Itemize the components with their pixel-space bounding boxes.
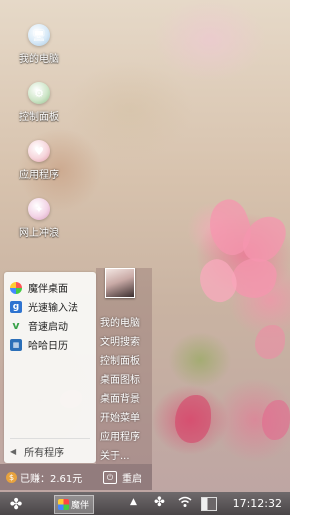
- battery-icon[interactable]: [201, 497, 217, 511]
- desktop-icon-label: 应用程序: [19, 170, 59, 181]
- menu-item-label: 音速启动: [28, 322, 68, 333]
- taskbar: ✤ 魔伴 ▲ ✤ 17:12:32: [0, 492, 290, 515]
- desktop-icon-control-panel[interactable]: ⚙ 控制面板: [7, 82, 71, 123]
- link-my-computer[interactable]: 我的电脑: [100, 314, 140, 329]
- menu-item-mobo-desktop[interactable]: 魔伴桌面: [4, 278, 96, 297]
- link-desktop-icons[interactable]: 桌面图标: [100, 371, 140, 386]
- all-programs-label: 所有程序: [24, 448, 65, 459]
- start-menu-links: 我的电脑 文明搜索 控制面板 桌面图标 桌面背景 开始菜单 应用程序 关于...: [96, 268, 152, 464]
- triangle-left-icon: ◀: [10, 447, 17, 456]
- link-start-menu[interactable]: 开始菜单: [100, 409, 140, 424]
- menu-item-calendar[interactable]: ▦ 哈哈日历: [4, 335, 96, 354]
- user-avatar[interactable]: [105, 268, 135, 298]
- link-search[interactable]: 文明搜索: [100, 333, 140, 348]
- earnings-text: 已赚：2.61元: [20, 473, 83, 485]
- link-about[interactable]: 关于...: [100, 447, 130, 462]
- menu-item-label: 哈哈日历: [28, 341, 68, 352]
- desktop-icon-label: 网上冲浪: [19, 228, 59, 239]
- clock[interactable]: 17:12:32: [233, 497, 282, 510]
- start-menu-programs: 魔伴桌面 g 光速输入法 v 音速启动 ▦ 哈哈日历 ◀ 所有程序: [4, 272, 96, 463]
- mobo-app-icon: [58, 499, 69, 510]
- link-applications[interactable]: 应用程序: [100, 428, 140, 443]
- power-icon: ⏻: [103, 471, 117, 484]
- browser-icon: ✦: [28, 198, 50, 220]
- start-button[interactable]: ✤: [7, 495, 25, 513]
- menu-item-quick-launch[interactable]: v 音速启动: [4, 316, 96, 335]
- menu-item-label: 光速输入法: [28, 303, 78, 314]
- restart-label: 重启: [122, 474, 142, 485]
- computer-icon: 🖥: [28, 24, 50, 46]
- link-desktop-background[interactable]: 桌面背景: [100, 390, 140, 405]
- tray-expand-icon[interactable]: ▲: [130, 497, 137, 507]
- wifi-icon[interactable]: [178, 496, 192, 508]
- desktop-icon-label: 控制面板: [19, 112, 59, 123]
- applications-icon: ♥: [28, 140, 50, 162]
- link-control-panel[interactable]: 控制面板: [100, 352, 140, 367]
- calendar-icon: ▦: [10, 338, 22, 351]
- mobo-desktop-icon: [10, 281, 22, 294]
- all-programs-button[interactable]: ◀ 所有程序: [4, 444, 64, 459]
- tray-clover-icon[interactable]: ✤: [154, 495, 165, 510]
- restart-button[interactable]: ⏻ 重启: [103, 470, 142, 485]
- task-button-label: 魔伴: [71, 501, 90, 511]
- desktop-icon-browser[interactable]: ✦ 网上冲浪: [7, 198, 71, 239]
- input-method-icon: g: [10, 300, 22, 313]
- menu-item-label: 魔伴桌面: [28, 284, 68, 295]
- coin-icon: $: [6, 471, 17, 483]
- menu-divider: [10, 438, 90, 439]
- clover-icon: ✤: [9, 494, 23, 513]
- menu-item-input-method[interactable]: g 光速输入法: [4, 297, 96, 316]
- desktop-icon-applications[interactable]: ♥ 应用程序: [7, 140, 71, 181]
- desktop-icon-my-computer[interactable]: 🖥 我的电脑: [7, 24, 71, 65]
- start-menu-footer: $ 已赚：2.61元 ⏻ 重启: [0, 464, 152, 490]
- control-panel-icon: ⚙: [28, 82, 50, 104]
- quick-launch-icon: v: [12, 319, 20, 332]
- desktop-icon-label: 我的电脑: [19, 54, 59, 65]
- task-button-mobo[interactable]: 魔伴: [54, 495, 94, 514]
